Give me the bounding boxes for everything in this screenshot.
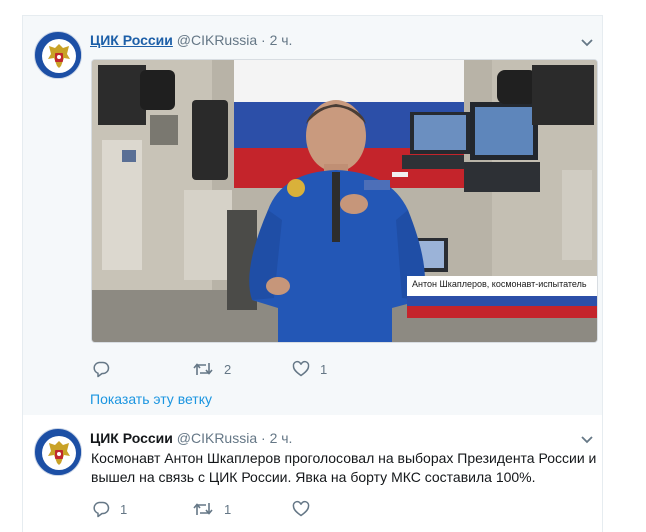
reply-button[interactable]: 1 <box>92 500 164 518</box>
retweet-button[interactable]: 2 <box>192 360 264 378</box>
like-button[interactable]: 1 <box>292 360 364 378</box>
emblem-avatar-icon <box>36 430 81 475</box>
show-thread-link[interactable]: Показать эту ветку <box>90 391 212 407</box>
retweet-button[interactable]: 1 <box>192 500 264 518</box>
retweet-count: 1 <box>224 501 232 517</box>
tweet-with-video[interactable]: ЦИК России @CIKRussia · 2 ч. Антон Шкапл… <box>22 15 603 415</box>
tweet-menu-button[interactable] <box>579 34 595 50</box>
video-caption: Антон Шкаплеров, космонавт-испытатель <box>412 279 587 289</box>
chevron-down-icon <box>581 39 593 47</box>
like-icon <box>292 360 310 377</box>
author-name[interactable]: ЦИК России <box>90 32 173 48</box>
tweet-text-only[interactable]: ЦИК России @CIKRussia · 2 ч. Космонавт А… <box>22 415 603 532</box>
emblem-avatar-icon <box>36 33 81 78</box>
author-handle[interactable]: @CIKRussia <box>177 430 257 446</box>
author-handle[interactable]: @CIKRussia <box>177 32 257 48</box>
separator-dot: · <box>261 430 266 446</box>
separator-dot: · <box>261 32 266 48</box>
reply-icon <box>93 361 110 378</box>
like-count: 1 <box>320 361 328 377</box>
video-media[interactable]: Антон Шкаплеров, космонавт-испытатель <box>91 59 598 343</box>
like-icon <box>292 500 310 517</box>
reply-button[interactable] <box>92 360 164 378</box>
tweet-header: ЦИК России @CIKRussia · 2 ч. <box>90 31 292 49</box>
avatar[interactable] <box>34 31 82 79</box>
retweet-count: 2 <box>224 361 232 377</box>
retweet-icon <box>193 363 213 375</box>
tweet-actions: 2 1 <box>92 359 392 379</box>
like-button[interactable] <box>292 500 364 518</box>
timestamp[interactable]: 2 ч. <box>270 430 293 446</box>
tweet-menu-button[interactable] <box>579 431 595 447</box>
tweet-actions: 1 1 <box>92 499 392 519</box>
tweet-text: Космонавт Антон Шкаплеров проголосовал н… <box>91 450 597 485</box>
reply-count: 1 <box>120 501 128 517</box>
timestamp[interactable]: 2 ч. <box>270 32 293 48</box>
tweet-header: ЦИК России @CIKRussia · 2 ч. <box>90 429 292 447</box>
iss-broadcast-image <box>92 60 597 342</box>
retweet-icon <box>193 503 213 515</box>
chevron-down-icon <box>581 436 593 444</box>
avatar[interactable] <box>34 428 82 476</box>
author-name[interactable]: ЦИК России <box>90 430 173 446</box>
reply-icon <box>93 501 110 518</box>
